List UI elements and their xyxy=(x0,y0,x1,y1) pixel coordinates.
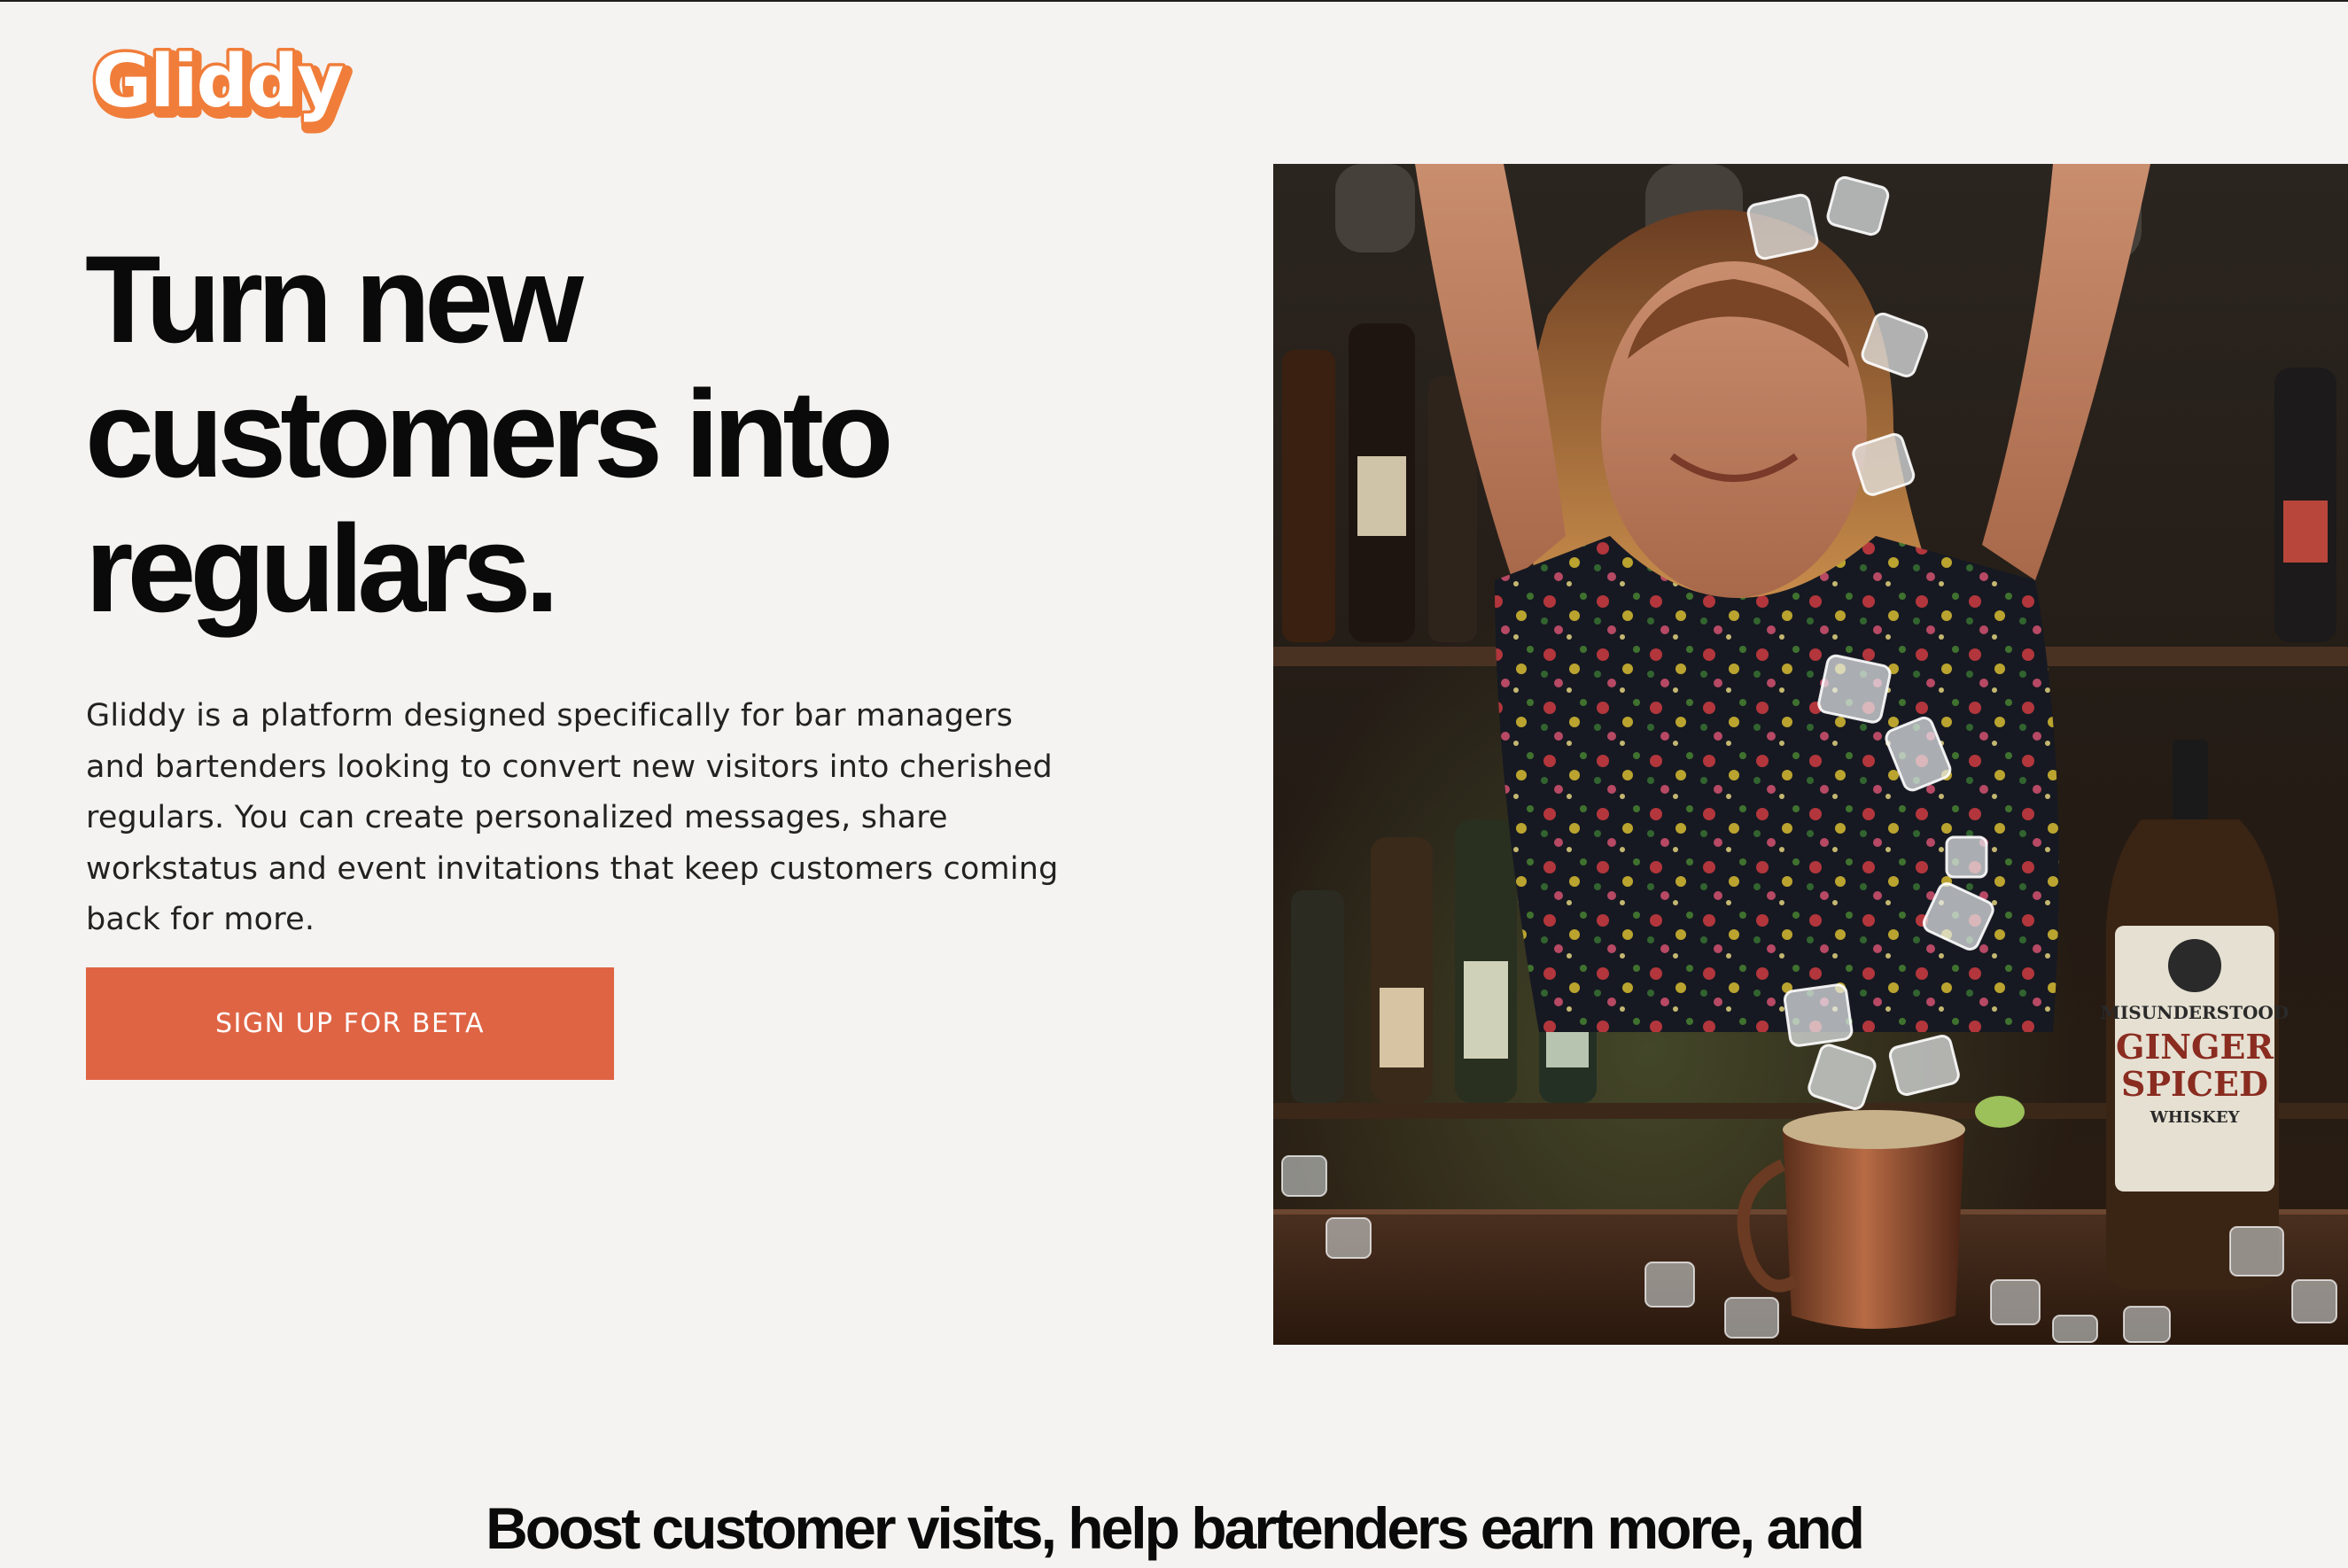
headline-line-2: customers into xyxy=(85,364,894,503)
hero-description: Gliddy is a platform designed specifical… xyxy=(86,698,1059,937)
hero-image: MISUNDERSTOOD GINGER SPICED WHISKEY xyxy=(1273,164,2348,1345)
gliddy-logo[interactable]: Gliddy Gliddy Gliddy xyxy=(89,30,363,136)
hero-headline: Turn new customers into regulars. xyxy=(85,232,1148,636)
sign-up-for-beta-button[interactable]: SIGN UP FOR BETA xyxy=(86,967,614,1080)
headline-line-1: Turn new xyxy=(85,229,584,369)
top-border xyxy=(0,0,2348,2)
bottle-label-line-4: WHISKEY xyxy=(2150,1108,2241,1127)
bottle-label-line-2: GINGER xyxy=(2116,1027,2274,1067)
bottle-label-line-3: SPICED xyxy=(2121,1064,2268,1104)
headline-line-3: regulars. xyxy=(85,499,559,638)
section-heading: Boost customer visits, help bartenders e… xyxy=(486,1495,1865,1561)
bartender-photo-icon: MISUNDERSTOOD GINGER SPICED WHISKEY xyxy=(1273,164,2348,1345)
svg-text:Gliddy: Gliddy xyxy=(92,40,343,124)
bottle-label-line-1: MISUNDERSTOOD xyxy=(2101,1002,2289,1023)
